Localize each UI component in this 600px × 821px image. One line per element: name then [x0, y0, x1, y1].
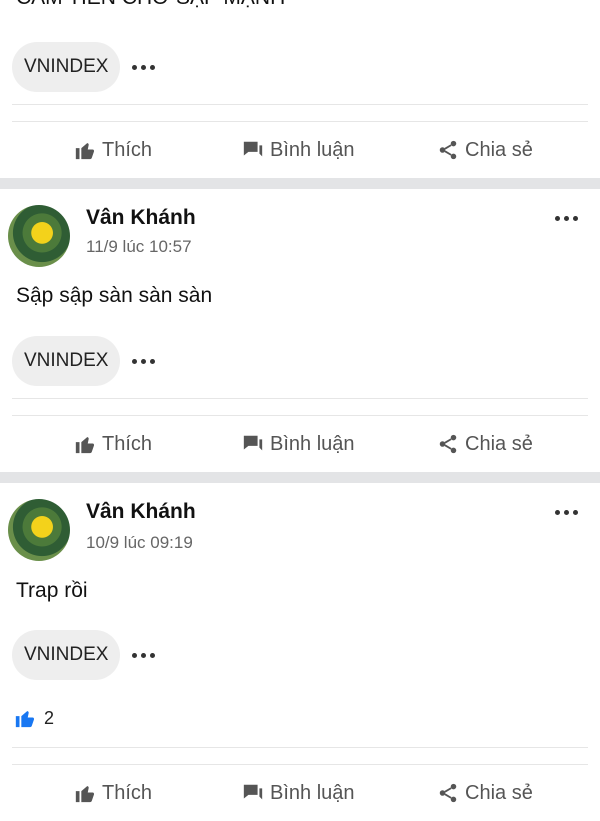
comment-icon	[243, 435, 263, 451]
thumbs-up-icon	[75, 437, 95, 454]
avatar[interactable]	[8, 205, 70, 267]
comment-icon	[243, 141, 263, 157]
like-label: Thích	[102, 432, 153, 455]
share-label: Chia sẻ	[465, 432, 533, 455]
post-text: CẮM TIỀN CHỜ SẬP MẠNH	[16, 0, 285, 10]
post-actions: Thích Bình luận Chia sẻ	[0, 122, 600, 178]
post-1: Vân Khánh 11/9 lúc 10:57 Sập sập sàn sàn…	[0, 189, 600, 472]
thumbs-up-icon	[15, 711, 35, 728]
divider	[12, 398, 588, 399]
share-icon	[439, 783, 457, 803]
like-button[interactable]: Thích	[74, 122, 152, 178]
more-tags-icon[interactable]	[132, 652, 156, 658]
tag-row: VNINDEX	[12, 42, 156, 92]
hashtag-chip[interactable]: VNINDEX	[12, 630, 121, 680]
like-button[interactable]: Thích	[74, 416, 152, 472]
like-label: Thích	[102, 138, 153, 161]
tag-row: VNINDEX	[12, 336, 156, 386]
reaction-summary[interactable]: 2	[14, 707, 54, 729]
post-more-icon[interactable]	[555, 510, 578, 515]
share-button[interactable]: Chia sẻ	[437, 122, 533, 178]
post-2: Vân Khánh 10/9 lúc 09:19 Trap rồi VNINDE…	[0, 483, 600, 804]
post-actions: Thích Bình luận Chia sẻ	[0, 765, 600, 821]
post-text: Trap rồi	[16, 579, 88, 602]
post-0: CẮM TIỀN CHỜ SẬP MẠNH VNINDEX Thích Bình…	[0, 0, 600, 178]
more-tags-icon[interactable]	[132, 358, 156, 364]
like-label: Thích	[102, 781, 153, 804]
author-name[interactable]: Vân Khánh	[86, 206, 196, 230]
author-name[interactable]: Vân Khánh	[86, 500, 196, 524]
post-text: Sập sập sàn sàn sàn	[16, 284, 213, 307]
thumbs-up-icon	[75, 143, 95, 160]
post-time[interactable]: 11/9 lúc 10:57	[86, 237, 192, 257]
comment-button[interactable]: Bình luận	[242, 765, 355, 821]
like-button[interactable]: Thích	[74, 765, 152, 821]
avatar[interactable]	[8, 499, 70, 561]
tag-row: VNINDEX	[12, 630, 156, 680]
post-separator	[0, 178, 600, 189]
comment-icon	[243, 784, 263, 800]
divider	[12, 747, 588, 748]
comment-button[interactable]: Bình luận	[242, 122, 355, 178]
divider	[12, 104, 588, 105]
share-label: Chia sẻ	[465, 138, 533, 161]
comment-label: Bình luận	[270, 138, 355, 161]
share-button[interactable]: Chia sẻ	[437, 416, 533, 472]
share-icon	[439, 140, 457, 160]
hashtag-chip[interactable]: VNINDEX	[12, 42, 121, 92]
post-more-icon[interactable]	[555, 216, 578, 221]
comment-label: Bình luận	[270, 432, 355, 455]
hashtag-chip[interactable]: VNINDEX	[12, 336, 121, 386]
comment-button[interactable]: Bình luận	[242, 416, 355, 472]
post-time[interactable]: 10/9 lúc 09:19	[86, 533, 193, 553]
like-count: 2	[44, 707, 55, 728]
post-separator	[0, 472, 600, 483]
share-icon	[439, 434, 457, 454]
thumbs-up-icon	[75, 786, 95, 803]
share-label: Chia sẻ	[465, 781, 533, 804]
share-button[interactable]: Chia sẻ	[437, 765, 533, 821]
post-actions: Thích Bình luận Chia sẻ	[0, 416, 600, 472]
more-tags-icon[interactable]	[132, 64, 156, 70]
comment-label: Bình luận	[270, 781, 355, 804]
